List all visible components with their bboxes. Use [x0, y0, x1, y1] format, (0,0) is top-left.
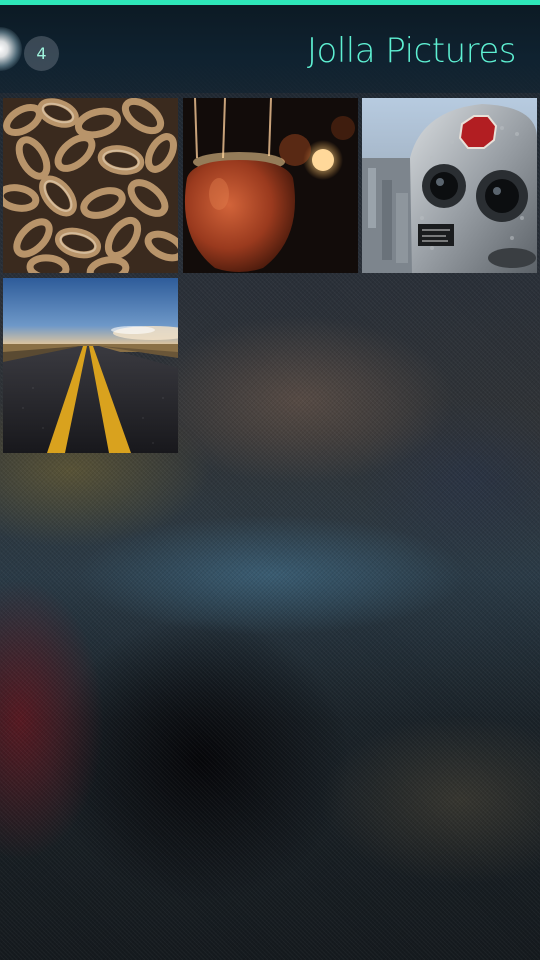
photo-count-badge: 4: [24, 36, 59, 71]
page-title: Jolla Pictures: [306, 31, 517, 71]
photo-thumbnail-lantern[interactable]: [183, 98, 358, 273]
photo-thumbnail-chains[interactable]: [3, 98, 178, 273]
pulley-menu-indicator-icon[interactable]: [0, 27, 22, 71]
chains-image: [3, 98, 178, 273]
binoculars-image: [362, 98, 537, 273]
photo-thumbnail-road[interactable]: [3, 278, 178, 453]
gallery-screen: 4 Jolla Pictures: [0, 0, 540, 960]
road-image: [3, 278, 178, 453]
page-header: 4 Jolla Pictures: [0, 5, 540, 93]
photo-thumbnail-binoculars[interactable]: [362, 98, 537, 273]
lantern-image: [183, 98, 358, 273]
